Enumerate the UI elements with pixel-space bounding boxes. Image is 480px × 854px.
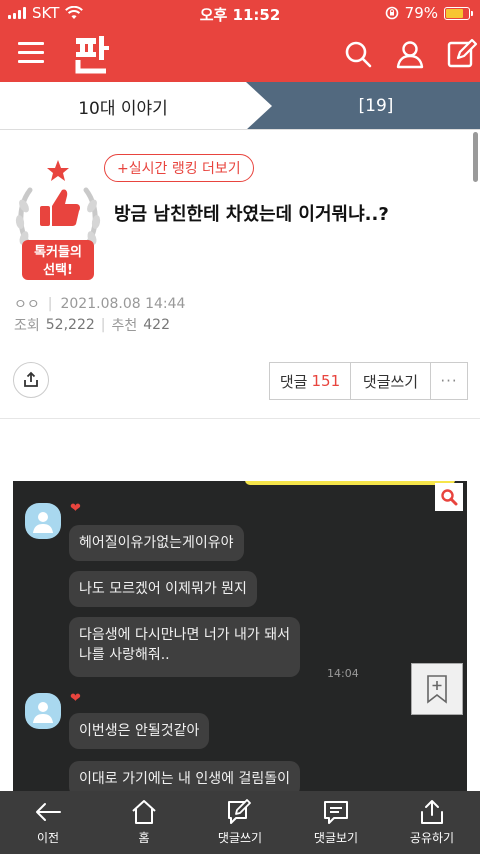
- scrollbar[interactable]: [473, 132, 478, 182]
- user-icon[interactable]: [394, 38, 426, 70]
- nav-share[interactable]: 공유하기: [384, 791, 480, 854]
- image-zoom-button[interactable]: [435, 483, 463, 511]
- realtime-ranking-button[interactable]: +실시간 랭킹 더보기: [104, 154, 254, 182]
- orientation-lock-icon: [385, 6, 398, 20]
- content-divider: [0, 418, 480, 419]
- share-button[interactable]: [13, 362, 49, 398]
- write-comment-icon: [228, 799, 251, 824]
- bookmark-button[interactable]: [411, 663, 463, 715]
- nav-back[interactable]: 이전: [0, 791, 96, 854]
- recommend-count: 422: [143, 317, 170, 333]
- recommend-label: 추천: [111, 318, 138, 334]
- chat-message-line: 나를 사랑해줘..: [79, 647, 170, 663]
- meta-separator: |: [100, 317, 106, 333]
- chat-message: 나도 모르겠어 이제뭐가 뭔지: [69, 571, 257, 607]
- write-icon[interactable]: [446, 38, 478, 70]
- chat-message: 이번생은 안될것같아: [69, 713, 210, 749]
- views-count: 52,222: [45, 317, 95, 333]
- write-comment-button[interactable]: 댓글쓰기: [351, 363, 431, 399]
- board-category-label: 10대 이야기: [78, 98, 168, 119]
- back-arrow-icon: [36, 803, 61, 821]
- share-icon: [24, 371, 38, 387]
- search-icon[interactable]: [342, 38, 374, 70]
- battery-icon: [444, 6, 473, 20]
- talker-choice-badge: 톡커들의 선택!: [15, 160, 101, 280]
- app-bar: [0, 30, 480, 80]
- chat-message: 다음생에 다시만나면 너가 내가 돼서 나를 사랑해줘..: [69, 617, 300, 677]
- chat-message: 헤어질이유가없는게이유야: [69, 525, 244, 561]
- comments-button[interactable]: 댓글 151: [270, 363, 351, 399]
- nav-share-label: 공유하기: [409, 831, 455, 845]
- nav-view-comments[interactable]: 댓글보기: [288, 791, 384, 854]
- status-right: 79%: [385, 4, 473, 22]
- battery-fill: [446, 8, 464, 18]
- heart-icon: ❤: [70, 691, 81, 706]
- status-bar: SKT 오후 11:52 79%: [0, 0, 480, 26]
- comments-label: 댓글: [279, 372, 308, 391]
- nav-home-label: 홈: [138, 831, 150, 845]
- meta-separator: |: [47, 296, 53, 312]
- pann-logo[interactable]: [74, 34, 110, 74]
- more-icon: ···: [440, 372, 458, 390]
- article-date: 2021.08.08 14:44: [60, 296, 186, 312]
- article-meta-stats: 조회 52,222 | 추천 422: [14, 315, 170, 335]
- comment-actions: 댓글 151 댓글쓰기 ···: [269, 362, 468, 400]
- badge-text-1: 톡커들의: [34, 244, 82, 260]
- board-subcategory-tab[interactable]: [19]: [272, 82, 480, 130]
- chat-avatar: [25, 503, 61, 539]
- chat-avatar: [25, 693, 61, 729]
- board-divider: [0, 129, 480, 130]
- nav-back-label: 이전: [36, 831, 60, 845]
- board-category-tab[interactable]: 10대 이야기: [0, 82, 272, 130]
- menu-button[interactable]: [18, 42, 44, 64]
- chat-highlight-bar: [245, 481, 455, 485]
- share-icon: [421, 800, 443, 824]
- views-label: 조회: [14, 318, 40, 334]
- nav-view-comments-label: 댓글보기: [313, 831, 359, 845]
- home-icon: [132, 800, 156, 824]
- nav-home[interactable]: 홈: [96, 791, 192, 854]
- nav-write-comment-label: 댓글쓰기: [217, 831, 263, 845]
- board-subcategory-label: [19]: [358, 96, 394, 116]
- zoom-icon: [441, 489, 458, 506]
- heart-icon: ❤: [70, 501, 81, 516]
- write-comment-label: 댓글쓰기: [362, 372, 419, 391]
- chat-timestamp: 14:04: [327, 667, 359, 680]
- battery-percent: 79%: [404, 4, 438, 22]
- top-header: SKT 오후 11:52 79%: [0, 0, 480, 82]
- article-title: 방금 남친한테 차였는데 이거뭐냐..?: [114, 204, 389, 225]
- chat-message-line: 다음생에 다시만나면 너가 내가 돼서: [79, 627, 290, 643]
- author-name[interactable]: ㅇㅇ: [14, 294, 40, 314]
- view-comments-icon: [324, 801, 348, 824]
- badge-text-2: 선택!: [43, 262, 73, 278]
- bookmark-add-icon: [427, 675, 447, 704]
- comments-count: 151: [311, 372, 341, 390]
- more-button[interactable]: ···: [431, 363, 467, 399]
- chat-screenshot-image: ❤ 헤어질이유가없는게이유야 나도 모르겠어 이제뭐가 뭔지 다음생에 다시만나…: [13, 481, 467, 801]
- bottom-navigation: 이전 홈 댓글쓰기 댓글보기 공유하기: [0, 791, 480, 854]
- nav-write-comment[interactable]: 댓글쓰기: [192, 791, 288, 854]
- article-meta-author: ㅇㅇ | 2021.08.08 14:44: [14, 294, 185, 314]
- board-navigation: 10대 이야기 [19]: [0, 82, 480, 130]
